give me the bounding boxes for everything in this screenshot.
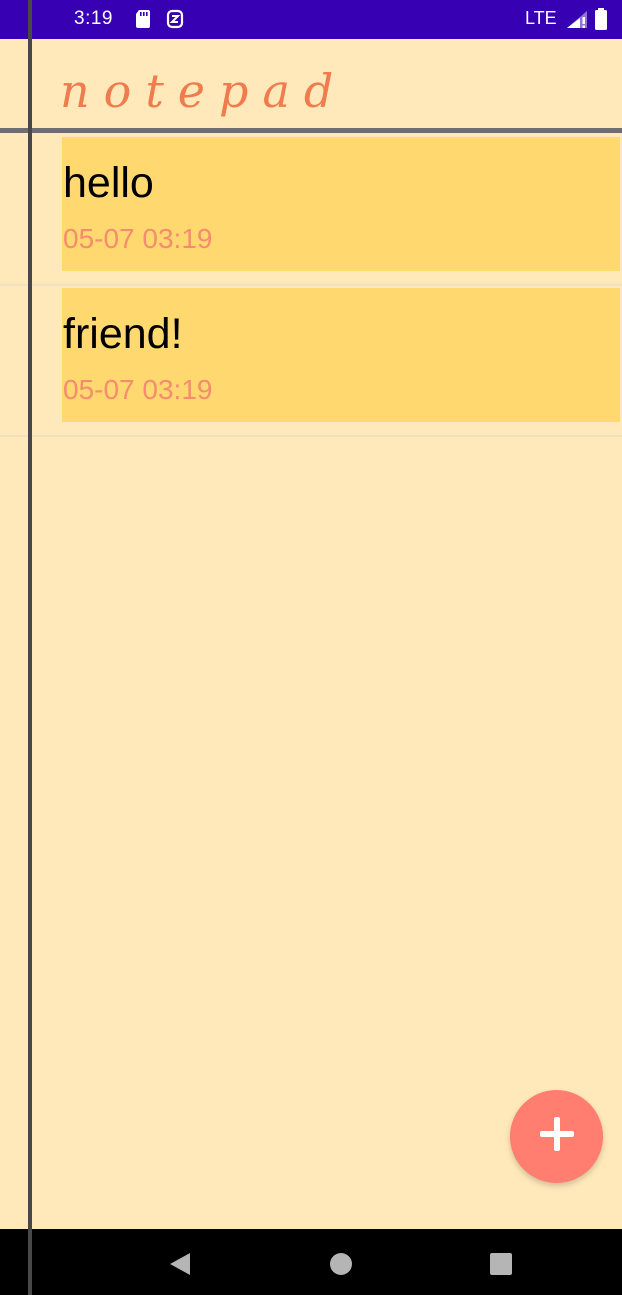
note-timestamp: 05-07 03:19 — [63, 223, 213, 254]
sd-card-icon — [135, 9, 151, 35]
add-note-button[interactable] — [510, 1090, 603, 1183]
note-title: friend! — [63, 310, 183, 358]
plus-icon — [537, 1114, 577, 1159]
notification-icon — [166, 9, 184, 35]
home-icon[interactable] — [329, 1252, 353, 1281]
status-bar: 3:19 LTE — [0, 0, 622, 39]
title-divider — [0, 128, 622, 133]
signal-icon — [566, 10, 588, 35]
network-type: LTE — [525, 8, 557, 28]
back-icon[interactable] — [168, 1252, 192, 1281]
note-item-2[interactable]: friend! 05-07 03:19 — [0, 285, 622, 437]
note-timestamp: 05-07 03:19 — [63, 374, 213, 405]
note-title: hello — [63, 159, 154, 207]
margin-line — [28, 0, 32, 1295]
note-card[interactable]: hello 05-07 03:19 — [62, 137, 620, 271]
note-card[interactable]: friend! 05-07 03:19 — [62, 288, 620, 422]
recents-icon[interactable] — [489, 1252, 513, 1281]
app-title: notepad — [60, 64, 348, 118]
status-time: 3:19 — [74, 8, 113, 29]
note-item-1[interactable]: hello 05-07 03:19 — [0, 134, 622, 286]
battery-icon — [594, 8, 608, 36]
navigation-bar — [0, 1229, 622, 1295]
